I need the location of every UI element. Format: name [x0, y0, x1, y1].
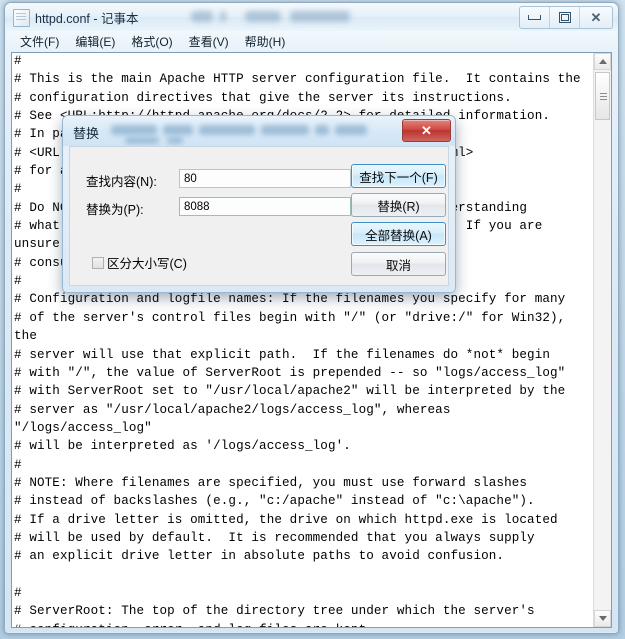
- find-input[interactable]: [179, 169, 351, 188]
- dialog-title: 替换: [73, 126, 100, 141]
- screen-root: httpd.conf - 记事本 ✕ 文件(F) 编辑(E) 格式(O) 查看(…: [0, 0, 625, 639]
- replace-dialog: 替换 ✕ 查找内容(N): 替换为(P):: [62, 115, 456, 293]
- replace-button[interactable]: 替换(R): [351, 193, 446, 217]
- title-blurred-text: [191, 11, 213, 22]
- scroll-up-arrow-icon: [598, 59, 607, 64]
- dialog-title-blurred-text: [163, 125, 193, 135]
- close-icon: ✕: [590, 10, 602, 25]
- menu-help[interactable]: 帮助(H): [237, 31, 294, 52]
- window-controls: ✕: [519, 6, 613, 29]
- dialog-close-button[interactable]: ✕: [402, 119, 451, 142]
- title-blurred-text: [245, 11, 281, 22]
- dialog-title-blurred-text: [167, 137, 183, 144]
- replace-label: 替换为(P):: [86, 203, 144, 217]
- menu-format[interactable]: 格式(O): [123, 31, 180, 52]
- title-blurred-text: [220, 11, 226, 22]
- match-case-checkbox[interactable]: [92, 256, 104, 269]
- minimize-button[interactable]: [520, 7, 550, 28]
- vertical-scrollbar[interactable]: [593, 53, 611, 627]
- menubar: 文件(F) 编辑(E) 格式(O) 查看(V) 帮助(H): [6, 31, 617, 52]
- dialog-title-blurred-text: [199, 125, 255, 135]
- window-title: httpd.conf - 记事本: [35, 12, 139, 26]
- scrollbar-thumb[interactable]: [595, 72, 610, 120]
- dialog-close-icon: ✕: [421, 122, 432, 138]
- title-blurred-text: [290, 11, 350, 22]
- replace-all-button[interactable]: 全部替换(A): [351, 222, 446, 246]
- cancel-button[interactable]: 取消: [351, 252, 446, 276]
- scroll-down-arrow-icon: [598, 616, 607, 621]
- dialog-title-blurred-text: [335, 125, 367, 135]
- window-titlebar[interactable]: httpd.conf - 记事本 ✕: [5, 3, 618, 31]
- menu-file[interactable]: 文件(F): [12, 31, 67, 52]
- notepad-icon: [13, 9, 30, 27]
- find-next-button[interactable]: 查找下一个(F): [351, 164, 446, 188]
- replace-input[interactable]: [179, 197, 351, 216]
- dialog-body: 查找内容(N): 替换为(P): 区分大小写(C) 查找下一个(F) 替换(R)…: [69, 146, 449, 286]
- dialog-title-blurred-text: [125, 137, 159, 144]
- dialog-title-blurred-text: [111, 125, 157, 135]
- scroll-down-button[interactable]: [594, 610, 611, 627]
- find-label: 查找内容(N):: [86, 175, 157, 189]
- notepad-window: httpd.conf - 记事本 ✕ 文件(F) 编辑(E) 格式(O) 查看(…: [4, 2, 619, 634]
- dialog-title-blurred-text: [315, 125, 329, 135]
- minimize-icon: [528, 15, 541, 20]
- maximize-button[interactable]: [550, 7, 580, 28]
- menu-view[interactable]: 查看(V): [181, 31, 237, 52]
- dialog-title-blurred-text: [261, 125, 309, 135]
- scroll-up-button[interactable]: [594, 53, 611, 70]
- match-case-label: 区分大小写(C): [107, 257, 187, 271]
- maximize-icon: [558, 12, 571, 23]
- menu-edit[interactable]: 编辑(E): [67, 31, 123, 52]
- dialog-titlebar[interactable]: 替换 ✕: [63, 116, 455, 146]
- match-case-checkbox-row[interactable]: 区分大小写(C): [92, 253, 187, 272]
- close-button[interactable]: ✕: [580, 7, 612, 28]
